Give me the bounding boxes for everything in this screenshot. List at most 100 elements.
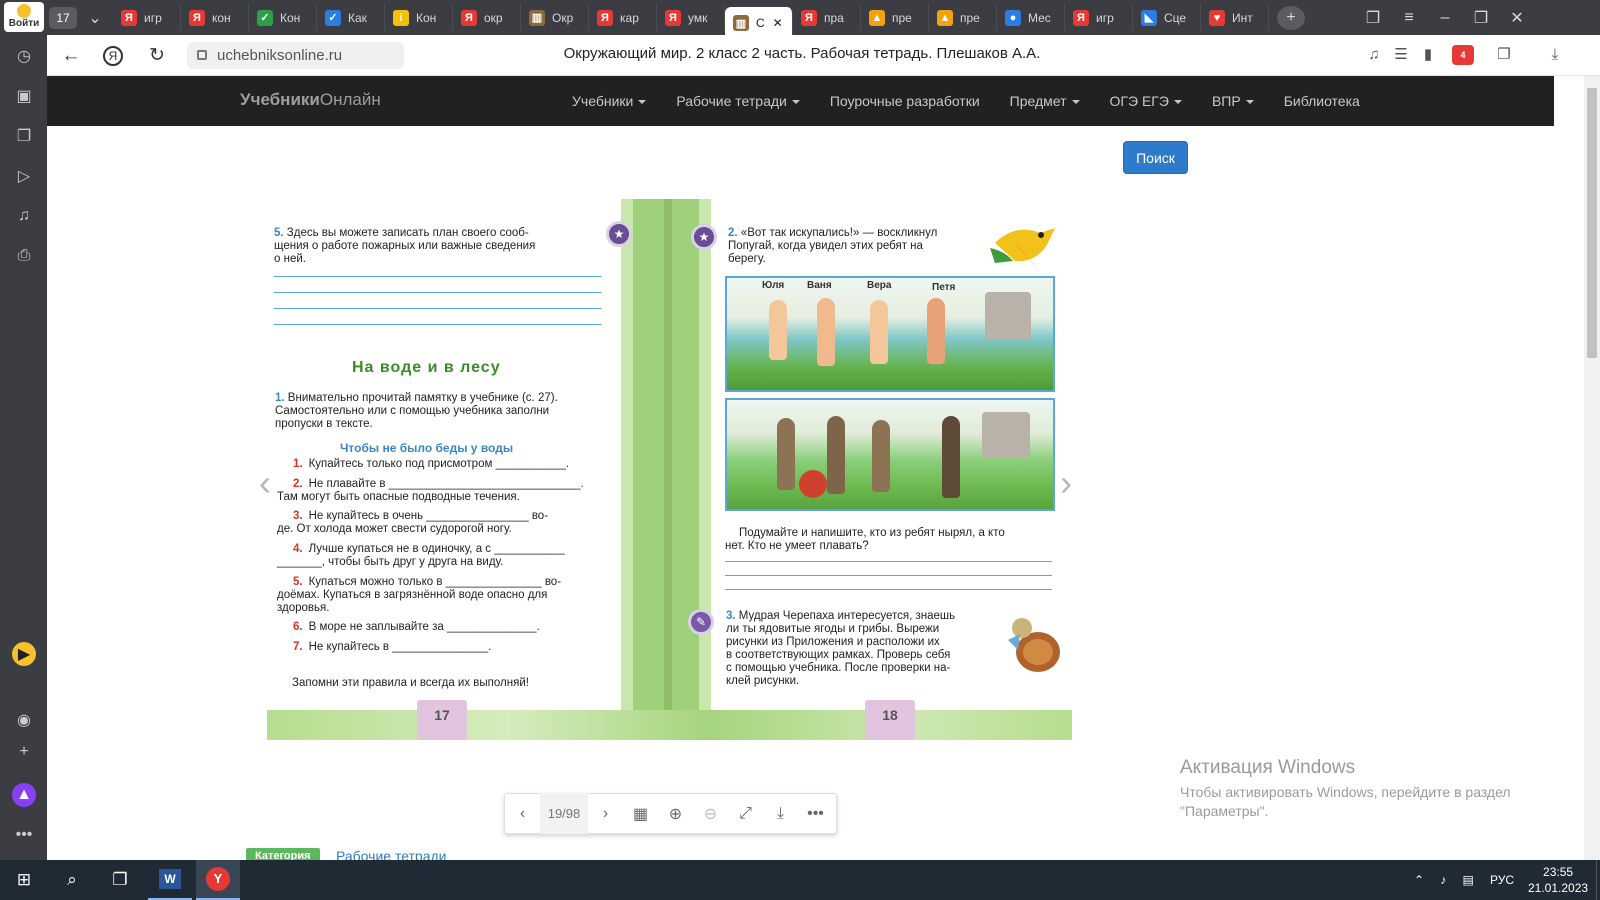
volume-icon[interactable]: ♪ bbox=[1440, 873, 1446, 887]
show-desktop-button[interactable] bbox=[1596, 860, 1600, 900]
add-panel-icon[interactable]: + bbox=[12, 740, 36, 764]
restore-icon[interactable]: ❐ bbox=[1463, 8, 1499, 28]
browser-tab[interactable]: ♥ Инт bbox=[1201, 4, 1269, 31]
browser-tab[interactable]: ▲ пре bbox=[861, 4, 929, 31]
panel-icon[interactable]: ◉ bbox=[12, 708, 36, 732]
word-app-icon[interactable]: W bbox=[148, 860, 192, 900]
zoom-in-icon[interactable]: ⊕ bbox=[658, 793, 693, 834]
nav-item[interactable]: Библиотека bbox=[1269, 93, 1375, 109]
site-brand[interactable]: УчебникиОнлайн bbox=[240, 90, 381, 110]
tab-counter[interactable]: 17 bbox=[49, 6, 77, 29]
headphones-icon[interactable]: ♫ bbox=[1363, 44, 1385, 66]
close-icon[interactable]: ✕ bbox=[1499, 8, 1535, 28]
network-icon[interactable]: ▤ bbox=[1462, 873, 1473, 887]
extensions-icon[interactable]: ❐ bbox=[1493, 44, 1515, 66]
collections-icon[interactable]: ❐ bbox=[12, 124, 36, 148]
zoom-out-icon[interactable]: ⊖ bbox=[693, 793, 728, 834]
task2-line: берегу. bbox=[728, 253, 766, 265]
rule-line: Лучше купаться не в одиночку, а с ______… bbox=[308, 543, 565, 555]
browser-tab[interactable]: Яокр bbox=[453, 4, 521, 31]
screenshot-icon[interactable]: ⎙ bbox=[12, 244, 36, 268]
close-tab-icon[interactable]: ✕ bbox=[773, 16, 783, 30]
reader-icon[interactable]: ☰ bbox=[1390, 44, 1412, 66]
browser-tab[interactable]: ● Мес bbox=[997, 4, 1065, 31]
clock[interactable]: 23:55 21.01.2023 bbox=[1528, 864, 1588, 896]
tray-chevron-icon[interactable]: ⌃ bbox=[1414, 873, 1424, 887]
tab-label: окр bbox=[484, 10, 503, 25]
bookmark-icon[interactable]: ▮ bbox=[1417, 44, 1439, 66]
nav-item-label: Предмет bbox=[1009, 93, 1067, 109]
tab-favicon-icon: ● bbox=[1005, 9, 1021, 26]
download-icon[interactable]: ⤓ bbox=[763, 793, 798, 834]
back-button[interactable]: ← bbox=[59, 44, 83, 68]
scrollbar-thumb[interactable] bbox=[1587, 88, 1597, 358]
task3-number: 3. bbox=[726, 610, 736, 622]
nav-item[interactable]: ОГЭ ЕГЭ bbox=[1095, 93, 1197, 109]
browser-tab[interactable]: ✓ Кон bbox=[249, 4, 317, 31]
browser-tab[interactable]: ▲ пре bbox=[929, 4, 997, 31]
video-icon[interactable]: ▷ bbox=[12, 164, 36, 188]
tab-label: пре bbox=[892, 10, 912, 25]
browser-tab[interactable]: ▥ Окр bbox=[521, 4, 589, 31]
next-page-arrow[interactable]: › bbox=[1060, 462, 1072, 504]
nav-item[interactable]: Предмет bbox=[995, 93, 1095, 109]
login-button[interactable]: Войти bbox=[4, 2, 44, 32]
download-icon[interactable]: ⤓ bbox=[1544, 44, 1566, 66]
chevron-down-icon[interactable]: ⌄ bbox=[77, 8, 113, 28]
more-options-icon[interactable]: ••• bbox=[798, 793, 833, 834]
browser-tab[interactable]: Япра bbox=[793, 4, 861, 31]
clock-time: 23:55 bbox=[1543, 865, 1574, 879]
nav-item[interactable]: Рабочие тетради bbox=[661, 93, 815, 109]
browser-tab[interactable]: Яумк bbox=[657, 4, 725, 31]
browser-tab[interactable]: Яигр bbox=[1065, 4, 1133, 31]
windows-start-icon[interactable]: ⊞ bbox=[2, 860, 46, 900]
section-heading: На воде и в лесу bbox=[352, 359, 501, 376]
yandex-icon[interactable]: Я bbox=[103, 46, 123, 66]
prev-page-arrow[interactable]: ‹ bbox=[259, 462, 271, 504]
tab-label: С bbox=[756, 16, 765, 30]
page-scrollbar[interactable] bbox=[1584, 76, 1600, 860]
prev-page-button[interactable]: ‹ bbox=[505, 793, 540, 834]
yandex-browser-app-icon[interactable]: Y bbox=[196, 860, 240, 900]
minimize-icon[interactable]: – bbox=[1427, 9, 1463, 27]
calendar-icon[interactable]: ▣ bbox=[12, 84, 36, 108]
browser-tab[interactable]: ✓ Как bbox=[317, 4, 385, 31]
task-view-icon[interactable]: ❐ bbox=[98, 860, 142, 900]
browser-tab[interactable]: i Кон bbox=[385, 4, 453, 31]
notifications-icon[interactable]: ♫ bbox=[12, 204, 36, 228]
language-indicator[interactable]: РУС bbox=[1490, 873, 1514, 887]
browser-tab[interactable]: Якон bbox=[181, 4, 249, 31]
browser-tab[interactable]: Яигр bbox=[113, 4, 181, 31]
music-player-icon[interactable]: ▶ bbox=[12, 642, 36, 666]
search-icon[interactable]: ⌕ bbox=[50, 860, 94, 900]
next-page-button[interactable]: › bbox=[588, 793, 623, 834]
history-icon[interactable]: ◷ bbox=[12, 44, 36, 68]
rule-number: 4. bbox=[293, 543, 303, 555]
rules-heading: Чтобы не было беды у воды bbox=[340, 441, 514, 455]
menu-icon[interactable]: ≡ bbox=[1391, 9, 1427, 27]
tab-manager-icon[interactable]: ❐ bbox=[1355, 8, 1391, 28]
nav-item[interactable]: Учебники bbox=[557, 93, 661, 109]
task1-text: 1. Внимательно прочитай памятку в учебни… bbox=[275, 392, 605, 431]
search-button[interactable]: Поиск bbox=[1123, 141, 1188, 174]
more-icon[interactable]: ••• bbox=[12, 823, 36, 847]
nav-item[interactable]: Поурочные разработки bbox=[815, 93, 995, 109]
page-title: Окружающий мир. 2 класс 2 часть. Рабочая… bbox=[563, 45, 1041, 62]
adblock-icon[interactable]: 4 bbox=[1452, 45, 1474, 65]
page-number-left: 17 bbox=[417, 700, 467, 740]
fullscreen-icon[interactable]: ⤢ bbox=[728, 793, 763, 834]
page-indicator[interactable]: 19/98 bbox=[540, 793, 588, 834]
alice-icon[interactable]: ▲ bbox=[12, 783, 36, 807]
site-navbar: УчебникиОнлайн Учебники Рабочие тетради По… bbox=[47, 76, 1554, 126]
nav-item[interactable]: ВПР bbox=[1197, 93, 1269, 109]
url-field[interactable]: uchebniksonline.ru bbox=[187, 42, 404, 69]
browser-tab[interactable]: ◣ Сце bbox=[1133, 4, 1201, 31]
rule-line: В море не заплывайте за ______________. bbox=[308, 621, 540, 633]
brand-rest: Онлайн bbox=[319, 90, 381, 109]
tab-favicon-icon: ✓ bbox=[325, 9, 341, 26]
browser-tab[interactable]: Якар bbox=[589, 4, 657, 31]
new-tab-button[interactable]: + bbox=[1277, 5, 1305, 30]
reload-button[interactable]: ↻ bbox=[145, 44, 169, 68]
grid-view-icon[interactable]: ▦ bbox=[623, 793, 658, 834]
rule-line: Купайтесь только под присмотром ________… bbox=[308, 458, 570, 470]
